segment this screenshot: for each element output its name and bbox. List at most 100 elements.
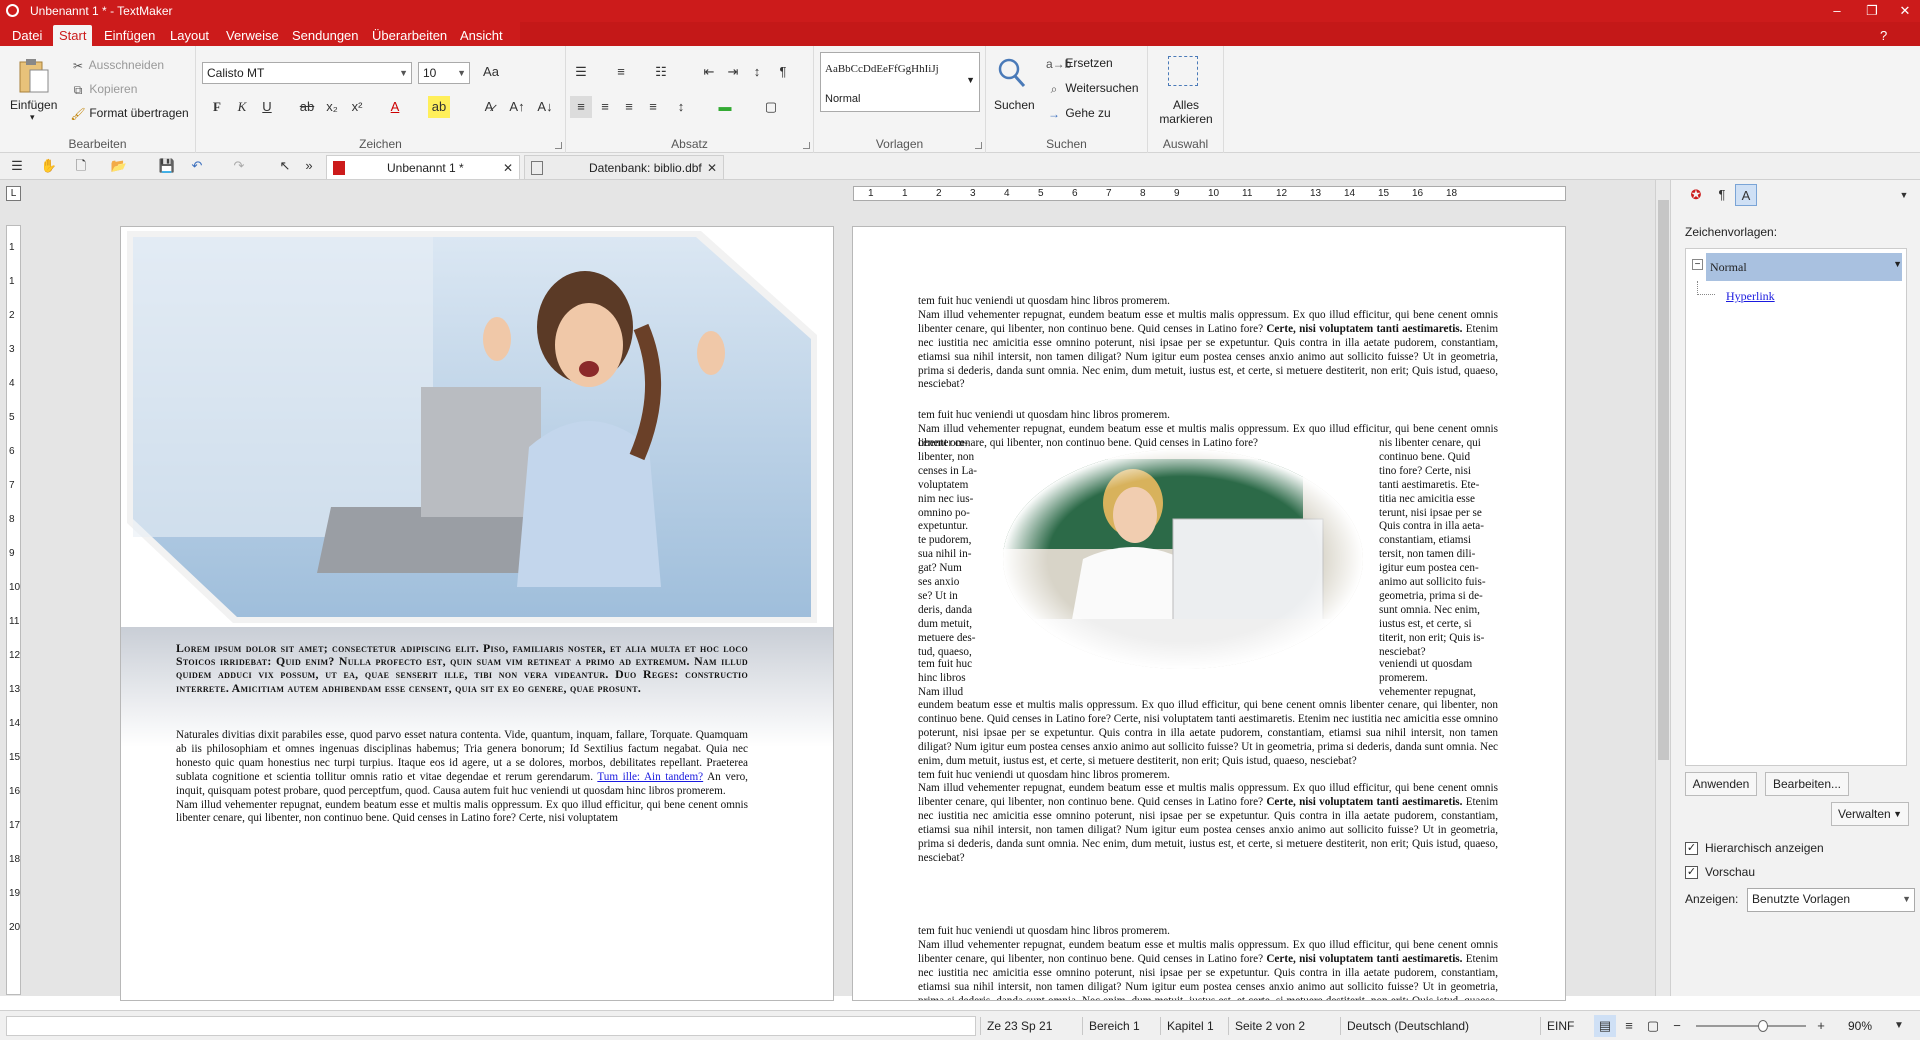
preview-checkbox[interactable]: ✓ xyxy=(1685,866,1698,879)
shrink-font-icon[interactable]: A↓ xyxy=(534,96,556,118)
show-select[interactable]: Benutzte Vorlagen ▼ xyxy=(1747,888,1915,912)
gallery-more-icon[interactable]: ▼ xyxy=(966,75,975,85)
hand-icon[interactable]: ✋ xyxy=(38,155,60,177)
group-para-launcher-icon[interactable] xyxy=(803,142,810,149)
horizontal-ruler[interactable]: 1 1 2 3 4 5 6 7 8 9 10 11 12 13 14 15 16 18 xyxy=(853,186,1566,201)
style-item-normal[interactable]: Normal xyxy=(1706,253,1902,281)
redo-icon[interactable]: ↷ xyxy=(228,155,250,177)
minimize-button[interactable]: – xyxy=(1822,2,1852,20)
zoom-in-icon[interactable]: + xyxy=(1810,1015,1832,1037)
style-tree[interactable]: − Normal ▼ Hyperlink xyxy=(1685,248,1907,766)
edit-style-button[interactable]: Bearbeiten... xyxy=(1765,772,1849,796)
style-gallery[interactable]: AaBbCcDdEeFfGgHhIiJj Normal ▼ xyxy=(820,52,980,112)
select-all-button[interactable]: Alles markieren xyxy=(1156,98,1216,126)
save-icon[interactable]: 💾 xyxy=(156,155,178,177)
menu-verweise[interactable]: Verweise xyxy=(220,25,285,46)
tab-stop-selector[interactable]: L xyxy=(6,186,21,201)
align-right-icon[interactable]: ≡ xyxy=(618,96,640,118)
increase-indent-icon[interactable]: ⇥ xyxy=(722,61,744,83)
align-center-icon[interactable]: ≡ xyxy=(594,96,616,118)
open-folder-icon[interactable]: 📂 xyxy=(108,155,130,177)
vertical-scrollbar[interactable] xyxy=(1655,180,1670,996)
magnifier-icon[interactable] xyxy=(996,56,1026,91)
clipboard-icon[interactable] xyxy=(14,56,50,96)
search-button[interactable]: Suchen xyxy=(994,98,1035,112)
paste-button[interactable]: Einfügen xyxy=(10,98,57,112)
hierarchical-checkbox[interactable]: ✓ xyxy=(1685,842,1698,855)
doc-tab-unbenannt[interactable]: Unbenannt 1 * ✕ xyxy=(326,155,520,179)
paste-dropdown-icon[interactable]: ▾ xyxy=(30,112,35,123)
superscript-icon[interactable]: x² xyxy=(346,96,368,118)
zoom-menu-icon[interactable]: ▼ xyxy=(1888,1015,1910,1037)
hyperlink[interactable]: Tum ille: Ain tandem? xyxy=(597,771,703,783)
grow-font-icon[interactable]: A↑ xyxy=(506,96,528,118)
numbering-icon[interactable]: ≡ xyxy=(610,61,632,83)
zoom-slider[interactable] xyxy=(1696,1020,1806,1032)
hamburger-menu-icon[interactable]: ☰ xyxy=(6,155,28,177)
copy-button[interactable]: Kopieren xyxy=(89,82,137,96)
font-color-icon[interactable]: A xyxy=(384,96,406,118)
normal-view-icon[interactable]: ▤ xyxy=(1594,1015,1616,1037)
replace-button[interactable]: Ersetzen xyxy=(1065,56,1112,70)
highlight-icon[interactable]: ab xyxy=(428,96,450,118)
borders-icon[interactable]: ▢ xyxy=(760,96,782,118)
strikethrough-icon[interactable]: ab xyxy=(296,96,318,118)
select-all-icon[interactable] xyxy=(1168,56,1198,86)
group-chars-launcher-icon[interactable] xyxy=(555,142,562,149)
shading-icon[interactable]: ▬ xyxy=(714,96,736,118)
menu-start[interactable]: Start xyxy=(53,25,93,46)
character-styles-icon[interactable]: A xyxy=(1735,184,1757,206)
bold-button[interactable]: F xyxy=(206,96,228,118)
style-dropdown-icon[interactable]: ▼ xyxy=(1893,259,1902,269)
master-page-icon[interactable]: ▢ xyxy=(1642,1015,1664,1037)
collapse-icon[interactable]: − xyxy=(1692,259,1703,270)
pointer-icon[interactable]: ↖ xyxy=(274,155,296,177)
underline-button[interactable]: U xyxy=(256,96,278,118)
scroll-thumb[interactable] xyxy=(1658,200,1669,760)
new-document-icon[interactable]: 🗋 xyxy=(70,155,92,177)
close-button[interactable]: ✕ xyxy=(1890,2,1920,20)
font-size-select[interactable]: 10 ▼ xyxy=(418,62,470,84)
sort-icon[interactable]: ↕ xyxy=(746,61,768,83)
close-tab-icon[interactable]: ✕ xyxy=(503,156,513,180)
pilcrow-icon[interactable]: ¶ xyxy=(772,61,794,83)
paragraph-styles-icon[interactable]: ¶ xyxy=(1711,184,1733,206)
close-tab-icon[interactable]: ✕ xyxy=(707,156,717,180)
menu-ansicht[interactable]: Ansicht xyxy=(454,25,509,46)
apply-button[interactable]: Anwenden xyxy=(1685,772,1757,796)
format-painter-button[interactable]: Format übertragen xyxy=(89,106,188,120)
zoom-out-icon[interactable]: − xyxy=(1666,1015,1688,1037)
page-1[interactable]: Lorem ipsum dolor sit amet; consectetur … xyxy=(120,226,834,1001)
menu-layout[interactable]: Layout xyxy=(164,25,215,46)
menu-sendungen[interactable]: Sendungen xyxy=(286,25,365,46)
restore-button[interactable]: ❐ xyxy=(1857,2,1887,20)
undo-icon[interactable]: ↶ xyxy=(186,155,208,177)
font-name-select[interactable]: Calisto MT ▼ xyxy=(202,62,412,84)
group-styles-launcher-icon[interactable] xyxy=(975,142,982,149)
goto-button[interactable]: Gehe zu xyxy=(1065,106,1110,120)
zoom-level[interactable]: 90% xyxy=(1842,1017,1892,1035)
page-2[interactable]: tem fuit huc veniendi ut quosdam hinc li… xyxy=(852,226,1566,1001)
style-item-hyperlink[interactable]: Hyperlink xyxy=(1726,289,1775,304)
help-button[interactable]: ? xyxy=(1874,25,1893,46)
cut-button[interactable]: Ausschneiden xyxy=(89,58,164,72)
bullets-icon[interactable]: ☰ xyxy=(570,61,592,83)
decrease-indent-icon[interactable]: ⇤ xyxy=(698,61,720,83)
find-next-button[interactable]: Weitersuchen xyxy=(1065,81,1138,95)
doc-tab-datenbank[interactable]: Datenbank: biblio.dbf ✕ xyxy=(524,155,724,179)
menu-ueberarbeiten[interactable]: Überarbeiten xyxy=(366,25,453,46)
align-left-icon[interactable]: ≡ xyxy=(570,96,592,118)
italic-button[interactable]: K xyxy=(231,96,253,118)
vertical-ruler[interactable]: 1 1 2 3 4 5 6 7 8 9 10 11 12 13 14 15 16 17 18 19 20 xyxy=(6,225,21,995)
line-spacing-icon[interactable]: ↕ xyxy=(670,96,692,118)
status-language[interactable]: Deutsch (Deutschland) xyxy=(1340,1017,1490,1035)
change-case-icon[interactable]: Aa xyxy=(480,61,502,83)
status-insert-mode[interactable]: EINF xyxy=(1540,1017,1580,1035)
subscript-icon[interactable]: x₂ xyxy=(321,96,343,118)
menu-einfuegen[interactable]: Einfügen xyxy=(98,25,161,46)
panel-menu-icon[interactable]: ▼ xyxy=(1893,184,1915,206)
manage-button[interactable]: Verwalten ▼ xyxy=(1831,802,1909,826)
outline-list-icon[interactable]: ☷ xyxy=(650,61,672,83)
menu-datei[interactable]: Datei xyxy=(6,25,48,46)
justify-icon[interactable]: ≡ xyxy=(642,96,664,118)
